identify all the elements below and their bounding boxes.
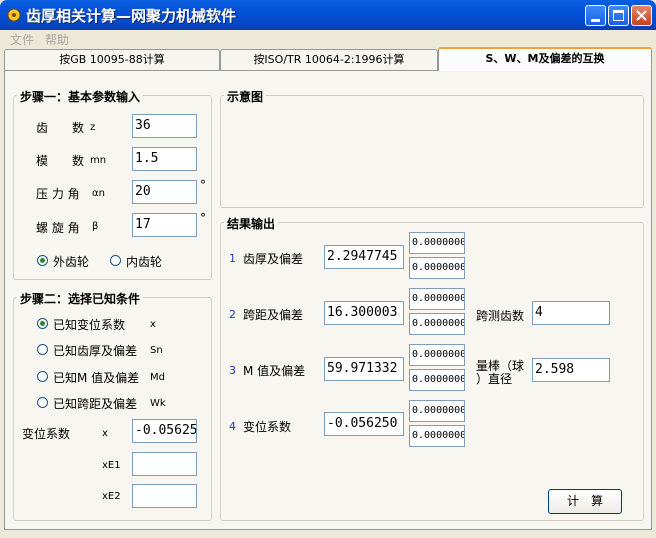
result3-number: 3 xyxy=(229,364,236,377)
minimize-icon xyxy=(591,19,600,22)
result3-label: M 值及偏差 xyxy=(243,364,306,378)
internal-gear-label[interactable]: 内齿轮 xyxy=(126,253,162,270)
known-span-radio[interactable] xyxy=(37,397,48,408)
xe2-label: xE2 xyxy=(102,491,121,502)
calculate-button[interactable]: 计 算 xyxy=(548,489,622,514)
helix-angle-input[interactable]: 17 xyxy=(132,213,197,237)
result2-lower-deviation[interactable]: 0.0000000 xyxy=(409,313,465,335)
teeth-label: 齿 数 xyxy=(36,121,85,135)
result4-lower-deviation[interactable]: 0.0000000 xyxy=(409,425,465,447)
known-thickness-symbol: Sn xyxy=(150,345,163,356)
helix-angle-symbol: β xyxy=(92,221,99,232)
shift-coefficient-input[interactable]: -0.05625 xyxy=(132,419,197,443)
result4-upper-deviation[interactable]: 0.0000000 xyxy=(409,400,465,422)
known-span-label[interactable]: 已知跨距及偏差 xyxy=(53,395,137,412)
known-m-value-radio[interactable] xyxy=(37,371,48,382)
result3-value[interactable]: 59.971332 xyxy=(324,357,404,381)
span-teeth-input[interactable]: 4 xyxy=(532,301,610,325)
app-gear-icon[interactable] xyxy=(6,7,22,23)
menu-file[interactable]: 文件 xyxy=(10,31,34,48)
xe1-input[interactable] xyxy=(132,452,197,476)
xe2-input[interactable] xyxy=(132,484,197,508)
close-icon xyxy=(636,10,647,21)
result2-label: 跨距及偏差 xyxy=(243,308,304,322)
result2-number: 2 xyxy=(229,308,236,321)
result3-lower-deviation[interactable]: 0.0000000 xyxy=(409,369,465,391)
module-input[interactable]: 1.5 xyxy=(132,147,197,171)
tab-gb[interactable]: 按GB 10095-88计算 xyxy=(4,49,220,70)
result3-upper-deviation[interactable]: 0.0000000 xyxy=(409,344,465,366)
result1-upper-deviation[interactable]: 0.0000000 xyxy=(409,232,465,254)
module-symbol: mn xyxy=(90,155,107,166)
external-gear-label[interactable]: 外齿轮 xyxy=(53,253,89,270)
tab-iso[interactable]: 按ISO/TR 10064-2:1996计算 xyxy=(220,49,438,70)
result4-number: 4 xyxy=(229,420,236,433)
step1-title: 步骤一：基本参数输入 xyxy=(17,88,144,105)
result1-value[interactable]: 2.2947745 xyxy=(324,245,404,269)
xe1-label: xE1 xyxy=(102,460,121,471)
result1-label: 齿厚及偏差 xyxy=(243,252,304,266)
known-span-symbol: Wk xyxy=(150,398,166,409)
known-thickness-radio[interactable] xyxy=(37,344,48,355)
pressure-angle-input[interactable]: 20 xyxy=(132,180,197,204)
shift-coefficient-symbol: x xyxy=(102,428,108,439)
tab-conversion[interactable]: S、W、M及偏差的互换 xyxy=(438,47,652,71)
result4-value[interactable]: -0.056250 xyxy=(324,412,404,436)
ball-diameter-label-line2: ）直径 xyxy=(476,372,513,386)
minimize-button[interactable] xyxy=(585,5,606,26)
pressure-angle-symbol: αn xyxy=(92,188,105,199)
span-teeth-label: 跨测齿数 xyxy=(476,309,525,323)
maximize-icon xyxy=(613,10,624,21)
menu-help[interactable]: 帮助 xyxy=(45,31,69,48)
pressure-degree-unit: ° xyxy=(200,178,206,192)
teeth-input[interactable]: 36 xyxy=(132,114,197,138)
step2-title: 步骤二：选择已知条件 xyxy=(17,290,144,307)
result1-lower-deviation[interactable]: 0.0000000 xyxy=(409,257,465,279)
result1-number: 1 xyxy=(229,252,236,265)
maximize-button[interactable] xyxy=(608,5,629,26)
results-title: 结果输出 xyxy=(224,215,279,232)
known-shift-symbol: x xyxy=(150,319,156,330)
pressure-angle-label: 压 力 角 xyxy=(36,187,80,201)
result4-label: 变位系数 xyxy=(243,420,292,434)
known-thickness-label[interactable]: 已知齿厚及偏差 xyxy=(53,342,137,359)
result2-upper-deviation[interactable]: 0.0000000 xyxy=(409,288,465,310)
known-m-value-label[interactable]: 已知M 值及偏差 xyxy=(53,369,139,386)
helix-degree-unit: ° xyxy=(200,211,206,225)
ball-diameter-input[interactable]: 2.598 xyxy=(532,358,610,382)
window-title: 齿厚相关计算—网聚力机械软件 xyxy=(26,7,237,25)
known-shift-radio[interactable] xyxy=(37,318,48,329)
menu-bar xyxy=(0,30,656,48)
shift-coefficient-label: 变位系数 xyxy=(22,427,71,441)
known-m-value-symbol: Md xyxy=(150,372,165,383)
teeth-symbol: z xyxy=(90,122,96,133)
external-gear-radio[interactable] xyxy=(37,255,48,266)
close-button[interactable] xyxy=(631,5,652,26)
helix-angle-label: 螺 旋 角 xyxy=(36,221,80,235)
known-shift-label[interactable]: 已知变位系数 xyxy=(53,316,125,333)
result2-value[interactable]: 16.300003 xyxy=(324,301,404,325)
diagram-group xyxy=(220,95,644,208)
diagram-title: 示意图 xyxy=(224,88,267,105)
module-label: 模 数 xyxy=(36,154,85,168)
internal-gear-radio[interactable] xyxy=(110,255,121,266)
